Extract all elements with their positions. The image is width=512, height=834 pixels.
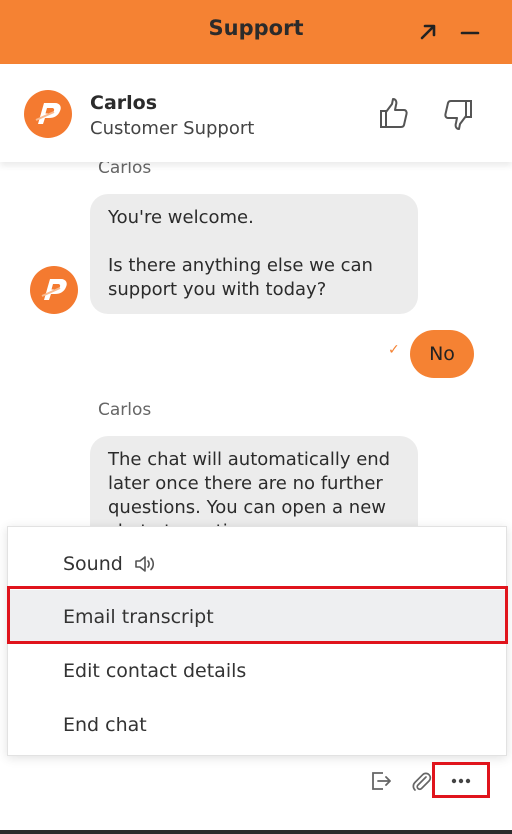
title-bar: Support bbox=[0, 0, 512, 64]
message-sender: Carlos bbox=[98, 162, 152, 178]
menu-item-label: Email transcript bbox=[63, 606, 214, 628]
speaker-icon bbox=[133, 553, 157, 575]
menu-item-edit-contact-details[interactable]: Edit contact details bbox=[9, 644, 505, 698]
chat-toolbar bbox=[0, 756, 512, 810]
menu-item-end-chat[interactable]: End chat bbox=[9, 698, 505, 752]
brand-logo-icon bbox=[41, 279, 67, 300]
agent-avatar bbox=[30, 266, 78, 314]
menu-item-sound[interactable]: Sound bbox=[9, 537, 505, 591]
menu-item-email-transcript[interactable]: Email transcript bbox=[9, 590, 505, 644]
popout-button[interactable] bbox=[414, 18, 442, 46]
agent-message: You're welcome. Is there anything else w… bbox=[90, 194, 418, 314]
menu-item-label: End chat bbox=[63, 714, 147, 736]
thumbs-up-icon bbox=[380, 98, 408, 128]
menu-item-label: Sound bbox=[63, 553, 123, 575]
thumbs-up-button[interactable] bbox=[376, 96, 412, 132]
minimize-icon bbox=[460, 31, 480, 35]
bottom-border bbox=[0, 830, 512, 834]
user-message: No bbox=[410, 330, 474, 378]
agent-name: Carlos bbox=[90, 92, 158, 114]
thumbs-down-button[interactable] bbox=[440, 96, 476, 132]
options-menu: Sound Email transcript Edit contact deta… bbox=[7, 526, 507, 756]
minimize-button[interactable] bbox=[456, 18, 484, 46]
menu-item-label: Edit contact details bbox=[63, 660, 247, 682]
more-icon bbox=[451, 778, 471, 784]
exit-button[interactable] bbox=[366, 766, 396, 796]
agent-role: Customer Support bbox=[90, 118, 255, 139]
agent-avatar bbox=[24, 90, 72, 138]
arrow-up-right-icon bbox=[420, 24, 436, 40]
exit-icon bbox=[372, 772, 391, 790]
more-options-button[interactable] bbox=[446, 766, 476, 796]
check-icon: ✓ bbox=[388, 342, 400, 358]
thumbs-down-icon bbox=[444, 100, 472, 130]
agent-header: Carlos Customer Support bbox=[0, 64, 512, 162]
attach-button[interactable] bbox=[406, 766, 436, 796]
message-sender: Carlos bbox=[98, 400, 152, 420]
brand-logo-icon bbox=[35, 103, 61, 124]
chat-widget: Support Carlos Customer Support Carlos Y… bbox=[0, 0, 512, 834]
paperclip-icon bbox=[412, 772, 432, 791]
